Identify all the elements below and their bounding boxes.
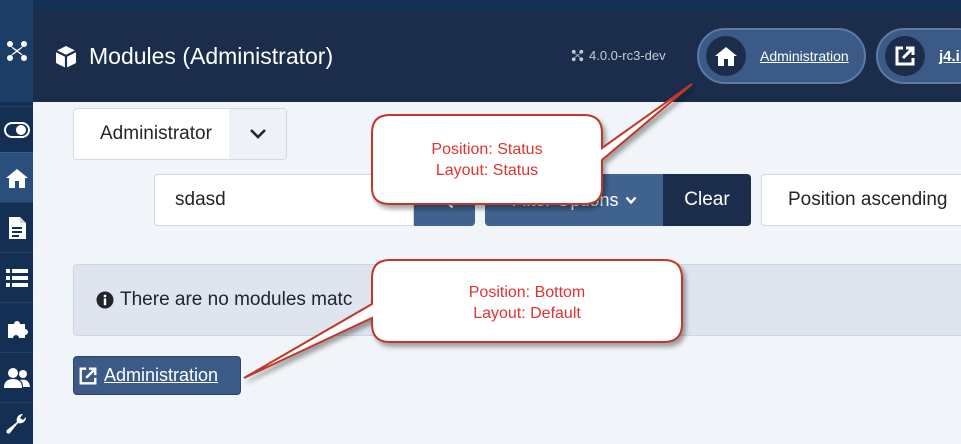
joomla-icon bbox=[6, 41, 27, 61]
content-icon[interactable] bbox=[0, 202, 33, 252]
header: Modules (Administrator) 4.0.0-rc3-dev Ad… bbox=[33, 0, 961, 102]
info-icon bbox=[96, 291, 114, 309]
clear-label: Clear bbox=[684, 189, 730, 210]
clear-button[interactable]: Clear bbox=[663, 174, 751, 226]
header-site-link[interactable]: j4.ille bbox=[876, 28, 961, 84]
chevron-down-icon bbox=[229, 109, 286, 159]
main-content: Administrator sdasd Filter Options Clear… bbox=[33, 102, 961, 444]
no-results-alert: There are no modules matc bbox=[73, 264, 961, 336]
header-site-label: j4.ille bbox=[939, 47, 961, 65]
external-link-icon bbox=[79, 367, 97, 384]
no-results-message: There are no modules matc bbox=[120, 289, 353, 310]
cube-icon bbox=[55, 45, 77, 68]
filter-options-label: Filter Options bbox=[511, 189, 619, 210]
page-title-text: Modules (Administrator) bbox=[89, 43, 334, 69]
ordering-select[interactable]: Position ascending bbox=[761, 174, 961, 226]
page-title: Modules (Administrator) bbox=[53, 43, 333, 70]
toggle-menu-icon[interactable] bbox=[0, 106, 33, 152]
home-icon[interactable] bbox=[0, 152, 33, 202]
components-icon[interactable] bbox=[0, 302, 33, 352]
system-wrench-icon[interactable] bbox=[0, 402, 33, 444]
sidebar bbox=[0, 0, 33, 444]
search-input-value: sdasd bbox=[175, 189, 226, 210]
filter-options-button[interactable]: Filter Options bbox=[485, 174, 663, 226]
joomla-small-icon bbox=[571, 49, 584, 62]
search-button[interactable] bbox=[414, 174, 475, 226]
search-icon bbox=[435, 191, 453, 209]
module-administration-label: Administration bbox=[104, 365, 219, 385]
module-administration-link[interactable]: Administration bbox=[73, 356, 241, 395]
external-link-icon bbox=[885, 36, 925, 76]
search-input[interactable]: sdasd bbox=[154, 174, 414, 226]
header-administration-link[interactable]: Administration bbox=[697, 28, 866, 84]
client-select[interactable]: Administrator bbox=[73, 108, 287, 160]
version-badge: 4.0.0-rc3-dev bbox=[571, 48, 666, 63]
version-text: 4.0.0-rc3-dev bbox=[589, 48, 666, 63]
home-icon bbox=[706, 36, 746, 76]
header-administration-label: Administration bbox=[760, 48, 849, 64]
users-icon[interactable] bbox=[0, 352, 33, 402]
ordering-select-value: Position ascending bbox=[788, 189, 948, 210]
chevron-down-icon bbox=[625, 196, 636, 204]
joomla-logo[interactable] bbox=[0, 0, 33, 102]
client-select-value: Administrator bbox=[100, 123, 212, 144]
menus-icon[interactable] bbox=[0, 252, 33, 302]
